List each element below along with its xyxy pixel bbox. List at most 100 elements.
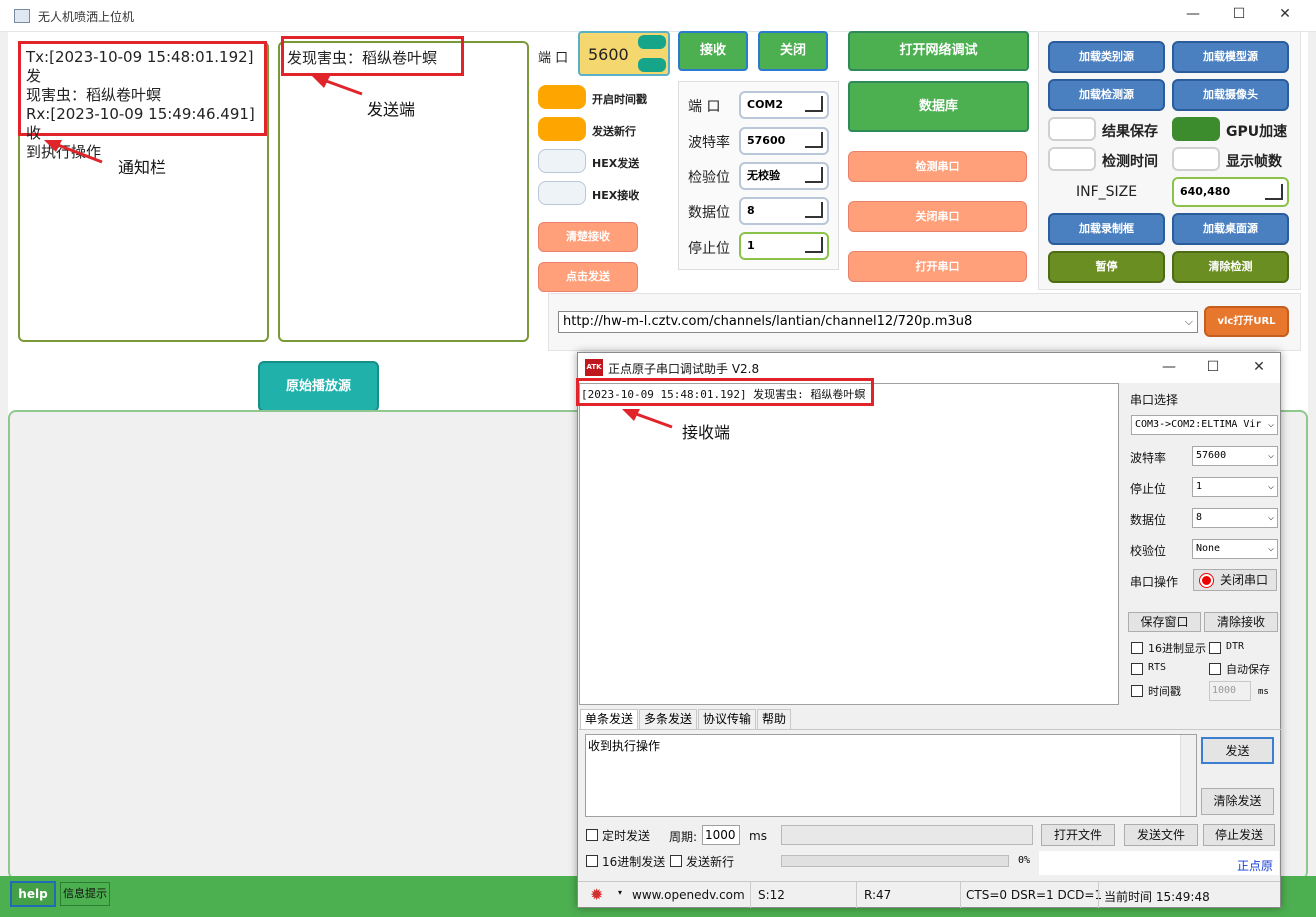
- send-newline-checkbox[interactable]: [670, 855, 682, 867]
- hex-send-toggle[interactable]: [538, 149, 586, 173]
- tab-help[interactable]: 帮助: [757, 709, 792, 729]
- atk-logo-icon: ATK: [585, 359, 603, 376]
- load-model-src-button[interactable]: 加载模型源: [1172, 41, 1289, 73]
- timed-send-checkbox[interactable]: [586, 829, 598, 841]
- send-button[interactable]: 发送: [1201, 737, 1274, 764]
- raw-source-button[interactable]: 原始播放源: [258, 361, 379, 412]
- serial-port-select[interactable]: COM2: [739, 91, 829, 119]
- url-combo[interactable]: http://hw-m-l.cztv.com/channels/lantian/…: [558, 311, 1198, 333]
- serial-maximize-button[interactable]: ☐: [1198, 359, 1228, 375]
- st-data-combo[interactable]: 8 ⌵: [1192, 508, 1278, 528]
- open-net-debug-button[interactable]: 打开网络调试: [848, 31, 1029, 71]
- st-clear-recv-button[interactable]: 清除接收: [1204, 612, 1278, 632]
- st-stop-combo[interactable]: 1 ⌵: [1192, 477, 1278, 497]
- st-parity-combo[interactable]: None ⌵: [1192, 539, 1278, 559]
- save-result-checkbox[interactable]: [1048, 117, 1096, 141]
- show-fps-checkbox[interactable]: [1172, 147, 1220, 171]
- open-serial-button[interactable]: 打开串口: [848, 251, 1027, 282]
- vlc-open-url-button[interactable]: vlc打开URL: [1204, 306, 1289, 337]
- period-label: 周期:: [669, 830, 698, 844]
- dtr-label: DTR: [1226, 641, 1245, 652]
- port-spinbox[interactable]: 5600: [578, 31, 670, 76]
- send-tabs: 单条发送 多条发送 协议传输 帮助: [580, 709, 792, 729]
- serial-op-label: 串口操作: [1130, 575, 1179, 589]
- brand-link[interactable]: 正点原: [1237, 857, 1273, 874]
- window-frame-left: [0, 32, 8, 917]
- serial-minimize-button[interactable]: —: [1154, 359, 1184, 375]
- gpu-accel-label: GPU加速: [1226, 124, 1288, 140]
- tab-single-send[interactable]: 单条发送: [580, 709, 639, 729]
- receive-button[interactable]: 接收: [678, 31, 748, 71]
- load-camera-button[interactable]: 加载摄像头: [1172, 79, 1289, 111]
- st-timestamp-checkbox[interactable]: [1131, 685, 1143, 697]
- database-button[interactable]: 数据库: [848, 81, 1029, 132]
- st-stop-value: 1: [1196, 481, 1203, 492]
- load-detect-src-button[interactable]: 加载检测源: [1048, 79, 1165, 111]
- load-class-src-button[interactable]: 加载类别源: [1048, 41, 1165, 73]
- hex-send-checkbox[interactable]: [586, 855, 598, 867]
- gear-icon[interactable]: ✹: [590, 885, 603, 904]
- dropdown-arrow-icon[interactable]: ▾: [618, 888, 622, 897]
- spin-down-icon[interactable]: [638, 58, 666, 72]
- stop-send-button[interactable]: 停止发送: [1203, 824, 1275, 846]
- send-file-button[interactable]: 发送文件: [1124, 824, 1198, 846]
- clear-detect-button[interactable]: 清除检测: [1172, 251, 1289, 283]
- minimize-button[interactable]: —: [1178, 6, 1208, 22]
- serial-close-button[interactable]: ✕: [1244, 359, 1274, 375]
- send-scrollbar[interactable]: [1180, 735, 1196, 816]
- close-button[interactable]: ✕: [1270, 6, 1300, 22]
- detect-time-label: 检测时间: [1102, 154, 1158, 170]
- port-select-combo[interactable]: COM3->COM2:ELTIMA Vir ⌵: [1131, 415, 1278, 435]
- period-unit-label: ms: [749, 829, 767, 843]
- auto-save-checkbox[interactable]: [1209, 663, 1221, 675]
- close-port-button[interactable]: 关闭: [758, 31, 828, 71]
- baud-select[interactable]: 57600: [739, 127, 829, 155]
- dtr-checkbox[interactable]: [1209, 642, 1221, 654]
- period-input[interactable]: 1000: [702, 825, 740, 845]
- tab-protocol[interactable]: 协议传输: [698, 709, 757, 729]
- send-text-value: 收到执行操作: [588, 739, 661, 753]
- load-record-box-button[interactable]: 加载录制框: [1048, 213, 1165, 245]
- st-baud-combo[interactable]: 57600 ⌵: [1192, 446, 1278, 466]
- maximize-button[interactable]: ☐: [1224, 6, 1254, 22]
- save-window-button[interactable]: 保存窗口: [1128, 612, 1201, 632]
- send-textarea[interactable]: 收到执行操作: [585, 734, 1197, 817]
- detect-time-checkbox[interactable]: [1048, 147, 1096, 171]
- pause-button[interactable]: 暂停: [1048, 251, 1165, 283]
- rts-checkbox[interactable]: [1131, 663, 1143, 675]
- gpu-accel-checkbox[interactable]: [1172, 117, 1220, 141]
- parity-select[interactable]: 无校验: [739, 162, 829, 190]
- newline-toggle[interactable]: [538, 117, 586, 141]
- st-parity-value: None: [1196, 543, 1221, 554]
- data-bits-select[interactable]: 8: [739, 197, 829, 225]
- load-desktop-src-button[interactable]: 加载桌面源: [1172, 213, 1289, 245]
- hex-recv-toggle[interactable]: [538, 181, 586, 205]
- close-serial-button[interactable]: 关闭串口: [848, 201, 1027, 232]
- open-file-button[interactable]: 打开文件: [1041, 824, 1115, 846]
- st-close-serial-button[interactable]: 关闭串口: [1193, 569, 1277, 591]
- serial-tool-window: ATK 正点原子串口调试助手 V2.8 — ☐ ✕ [2023-10-09 15…: [576, 352, 1281, 908]
- file-path-field[interactable]: [781, 825, 1033, 845]
- click-send-button[interactable]: 点击发送: [538, 262, 638, 292]
- inf-size-select[interactable]: 640,480: [1172, 177, 1289, 207]
- tab-multi-send[interactable]: 多条发送: [639, 709, 698, 729]
- st-baud-value: 57600: [1196, 450, 1227, 461]
- clear-send-button[interactable]: 清除发送: [1201, 788, 1274, 815]
- site-link[interactable]: www.openedv.com: [632, 888, 745, 902]
- st-stop-label: 停止位: [1130, 482, 1167, 496]
- status-divider: [856, 882, 857, 908]
- timestamp-toggle[interactable]: [538, 85, 586, 109]
- url-value: http://hw-m-l.cztv.com/channels/lantian/…: [563, 314, 973, 329]
- stop-bits-select[interactable]: 1: [739, 232, 829, 260]
- spin-up-icon[interactable]: [638, 35, 666, 49]
- serial-receive-area[interactable]: [579, 383, 1119, 705]
- send-text: 发现害虫：稻纵卷叶螟: [287, 49, 438, 67]
- chevron-down-icon[interactable]: ⌵: [1185, 312, 1193, 332]
- baud-value: 57600: [747, 134, 786, 147]
- clear-recv-button[interactable]: 清楚接收: [538, 222, 638, 252]
- auto-save-label: 自动保存: [1226, 663, 1270, 676]
- detect-serial-button[interactable]: 检测串口: [848, 151, 1027, 182]
- hex-display-checkbox[interactable]: [1131, 642, 1143, 654]
- help-button[interactable]: help: [10, 881, 56, 907]
- timestamp-interval-input[interactable]: 1000: [1209, 681, 1251, 701]
